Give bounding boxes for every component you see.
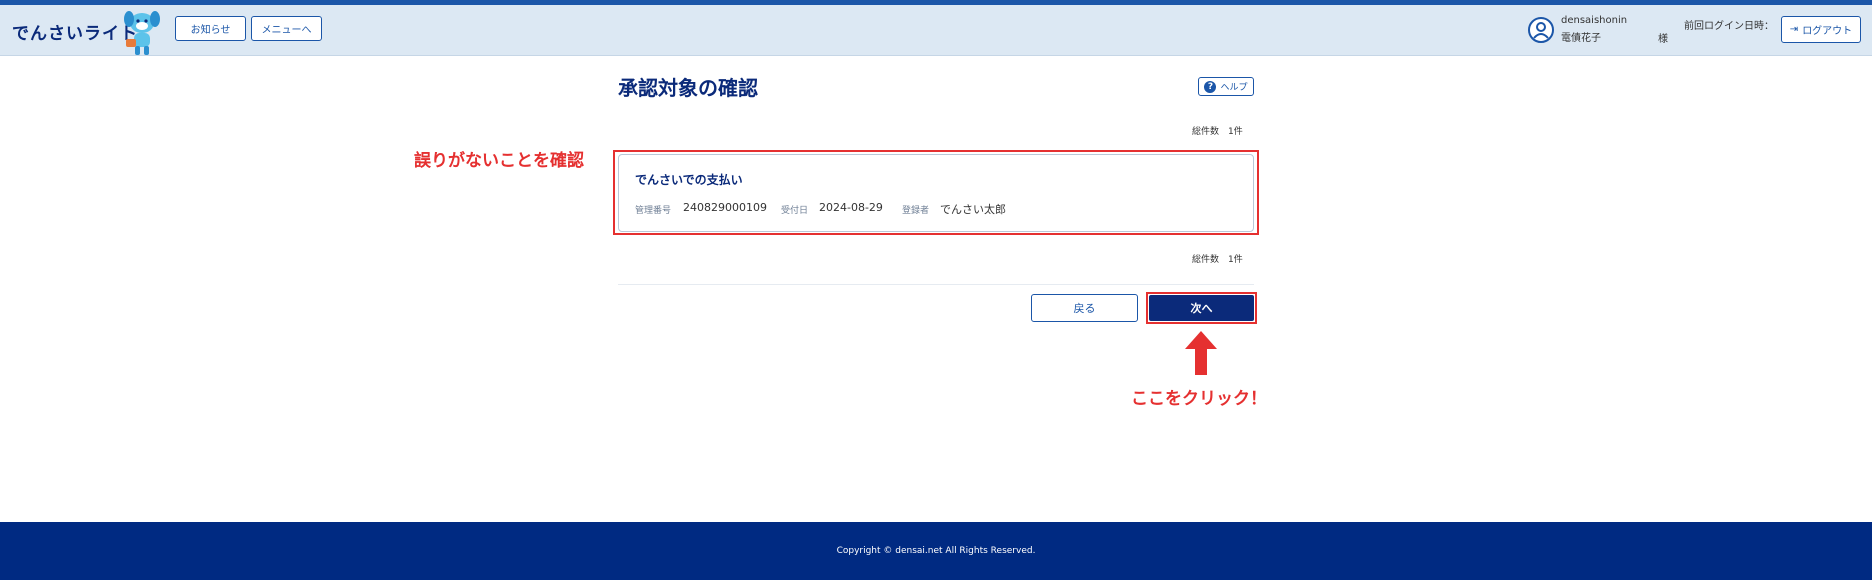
registrant-label: 登録者 bbox=[902, 206, 930, 216]
notice-button[interactable]: お知らせ bbox=[175, 16, 246, 41]
total-count-top: 総件数 1件 bbox=[1192, 127, 1243, 137]
user-name: 電債花子 bbox=[1561, 33, 1601, 44]
mascot-dog-icon bbox=[124, 11, 160, 55]
menu-button[interactable]: メニューへ bbox=[251, 16, 322, 41]
question-circle-icon: ? bbox=[1204, 80, 1217, 93]
arrow-up-icon bbox=[1185, 331, 1217, 375]
ref-number-label: 管理番号 bbox=[635, 206, 672, 216]
divider bbox=[618, 284, 1254, 285]
ref-number-value: 240829000109 bbox=[683, 201, 767, 214]
logout-label: ログアウト bbox=[1802, 26, 1853, 37]
logout-button[interactable]: ⇥ ログアウト bbox=[1781, 16, 1861, 43]
help-button[interactable]: ? ヘルプ bbox=[1198, 77, 1254, 96]
user-circle-icon bbox=[1528, 17, 1554, 43]
honorific: 様 bbox=[1658, 34, 1668, 45]
last-login-label: 前回ログイン日時： bbox=[1684, 21, 1774, 32]
header: でんさいライト お知らせ メニューへ densaishonin 電債花子 様 前… bbox=[0, 5, 1872, 56]
annotation-click-here: ここをクリック！ bbox=[1131, 389, 1267, 409]
annotation-confirm: 誤りがないことを確認 bbox=[414, 151, 584, 171]
registrant-value: でんさい太郎 bbox=[940, 203, 1006, 216]
copyright-text: Copyright © densai.net All Rights Reserv… bbox=[836, 546, 1036, 556]
page-title: 承認対象の確認 bbox=[618, 76, 758, 100]
back-button[interactable]: 戻る bbox=[1031, 294, 1138, 322]
help-label: ヘルプ bbox=[1220, 83, 1248, 93]
logout-icon: ⇥ bbox=[1789, 24, 1799, 35]
footer: Copyright © densai.net All Rights Reserv… bbox=[0, 522, 1872, 580]
total-count-bottom: 総件数 1件 bbox=[1192, 255, 1243, 265]
date-value: 2024-08-29 bbox=[819, 201, 883, 214]
record-card: でんさいでの支払い 管理番号 240829000109 受付日 2024-08-… bbox=[618, 154, 1254, 232]
next-button[interactable]: 次へ bbox=[1149, 295, 1254, 321]
record-title: でんさいでの支払い bbox=[635, 173, 743, 187]
user-id: densaishonin bbox=[1561, 15, 1628, 26]
date-label: 受付日 bbox=[781, 206, 809, 216]
